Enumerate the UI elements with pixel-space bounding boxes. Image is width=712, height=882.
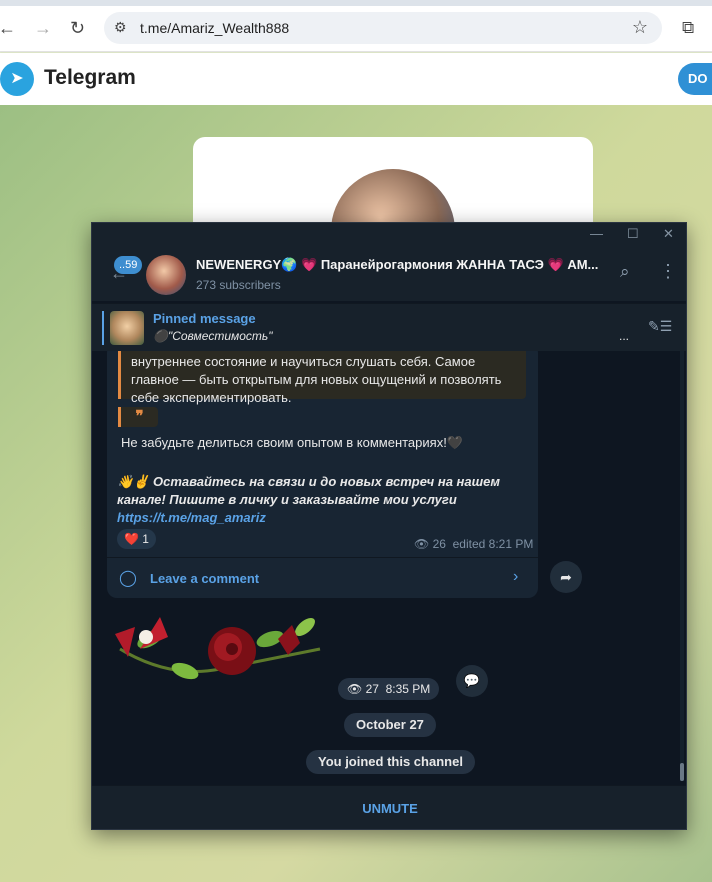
quote-block: внутреннее состояние и научиться слушать… (118, 351, 526, 405)
telegram-title: Telegram (44, 66, 136, 89)
pinned-message-bar[interactable]: Pinned message ⚫"Совместимость" ... ✎☰ (92, 303, 686, 351)
subscriber-count: 273 subscribers (196, 278, 281, 292)
joined-notice: You joined this channel (306, 750, 475, 774)
minimize-icon[interactable]: — (590, 226, 603, 241)
window-titlebar: — ☐ ✕ (92, 223, 686, 247)
farewell-text: 👋✌️ Оставайтесь на связи и до новых встр… (117, 474, 501, 525)
share-icon[interactable]: ➦ (550, 561, 582, 593)
chat-bubble-icon[interactable]: 💬 (456, 665, 488, 697)
leave-comment-label: Leave a comment (150, 571, 260, 586)
search-icon[interactable]: ⌕ (620, 262, 630, 282)
leave-comment-row[interactable]: ◯ Leave a comment › (107, 557, 538, 598)
message-list[interactable]: внутреннее состояние и научиться слушать… (92, 351, 686, 785)
maximize-icon[interactable]: ☐ (627, 226, 639, 242)
telegram-web-header: ➤ Telegram DO (0, 53, 712, 105)
forward-icon[interactable]: → (34, 18, 52, 39)
telegram-app-window: — ☐ ✕ ← ..59 NEWENERGY🌍 💗 Паранейрогармо… (91, 222, 687, 830)
rose-sticker[interactable] (110, 609, 332, 705)
heart-reaction[interactable]: ❤️ 1 (117, 529, 156, 549)
date-separator: October 27 (344, 713, 436, 737)
pinned-label: Pinned message (153, 311, 256, 326)
channel-post-bubble: внутреннее состояние и научиться слушать… (107, 351, 538, 598)
download-button[interactable]: DO (678, 63, 712, 95)
reload-icon[interactable]: ↻ (70, 18, 85, 39)
bottom-bar: UNMUTE (92, 785, 686, 829)
unmute-button[interactable]: UNMUTE (92, 801, 686, 816)
sticker-meta: 👁 27 8:35 PM (338, 678, 440, 700)
extensions-icon[interactable]: ⧉ (682, 18, 694, 38)
browser-toolbar: ← → ↻ ⚙ t.me/Amariz_Wealth888 ☆ ⧉ (0, 0, 712, 52)
scrollbar-thumb[interactable] (680, 763, 684, 781)
chevron-right-icon: › (513, 568, 519, 585)
pinned-thumbnail (110, 311, 144, 345)
post-link[interactable]: https://t.me/mag_amariz (117, 510, 266, 525)
address-bar[interactable]: ⚙ t.me/Amariz_Wealth888 ☆ (104, 12, 662, 44)
pinned-ellipsis: ... (619, 329, 630, 343)
bookmark-star-icon[interactable]: ☆ (632, 17, 648, 38)
chat-header: ← ..59 NEWENERGY🌍 💗 Паранейрогармония ЖА… (92, 247, 686, 301)
views-icon: 👁 (347, 682, 366, 696)
comment-invite-text: Не забудьте делиться своим опытом в комм… (121, 435, 463, 450)
comment-bubble-icon: ◯ (119, 570, 137, 587)
post-meta: 👁 26 edited 8:21 PM (414, 537, 534, 551)
pinned-list-icon[interactable]: ✎☰ (648, 318, 672, 335)
channel-avatar[interactable] (146, 255, 186, 295)
pinned-text: ⚫"Совместимость" (153, 329, 273, 343)
more-options-icon[interactable]: ⋮ (659, 261, 677, 282)
site-settings-icon[interactable]: ⚙ (114, 19, 127, 36)
url-text[interactable]: t.me/Amariz_Wealth888 (140, 20, 289, 36)
views-icon: 👁 (414, 537, 433, 551)
close-icon[interactable]: ✕ (663, 226, 674, 242)
quote-mark-icon: ❞ (118, 407, 158, 427)
unread-badge: ..59 (114, 256, 143, 274)
telegram-logo-icon: ➤ (0, 62, 34, 96)
scrollbar-track[interactable] (680, 351, 684, 781)
pinned-accent-bar (102, 311, 104, 345)
back-icon[interactable]: ← (0, 18, 16, 39)
tab-strip (0, 0, 712, 6)
chat-title[interactable]: NEWENERGY🌍 💗 Паранейрогармония ЖАННА ТАС… (196, 257, 606, 273)
